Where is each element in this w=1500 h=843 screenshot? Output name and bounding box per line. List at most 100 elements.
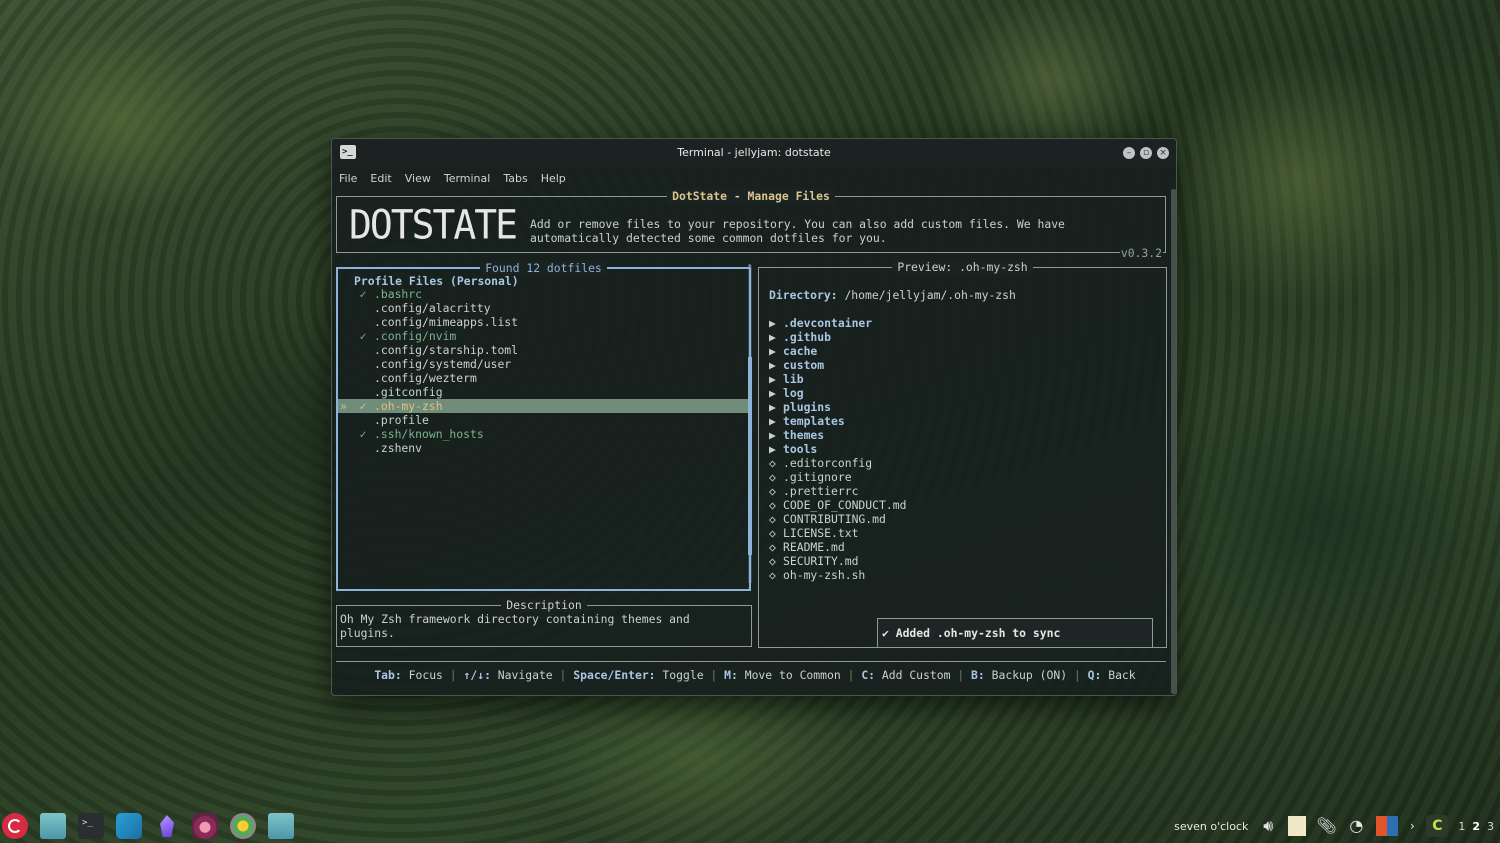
dotfiles-list: ✓ .bashrc .config/alacritty .config/mimeapp… <box>338 287 748 455</box>
menu-view[interactable]: View <box>398 169 437 187</box>
close-button[interactable] <box>1157 147 1169 159</box>
preview-panel[interactable]: Preview: .oh-my-zsh Directory: /home/jel… <box>758 260 1167 648</box>
browser-icon[interactable] <box>192 813 218 839</box>
workspace-3[interactable]: 3 <box>1487 820 1494 833</box>
title-bar[interactable]: >_ Terminal - jellyjam: dotstate <box>332 139 1176 167</box>
obsidian-icon[interactable] <box>154 813 180 839</box>
checkmark-icon: ✓ <box>359 287 367 301</box>
file-diamond-icon: ◇ <box>769 456 776 470</box>
list-scrollbar-thumb[interactable] <box>748 357 752 555</box>
volume-icon[interactable]: 🔊︎ <box>1258 816 1278 836</box>
paperclip-icon[interactable]: 📎︎ <box>1316 816 1336 836</box>
preview-folder-row: ▶ templates <box>769 414 906 428</box>
preview-folder-row: ▶ themes <box>769 428 906 442</box>
dotfile-row[interactable]: » ✓ .oh-my-zsh <box>338 399 748 413</box>
dotfile-name: .config/systemd/user <box>374 357 512 371</box>
files-icon[interactable] <box>268 813 294 839</box>
description-line: plugins. <box>340 626 395 640</box>
preview-entry-name: .gitignore <box>783 470 852 484</box>
dotfile-row[interactable]: ✓ .ssh/known_hosts <box>338 427 748 441</box>
shortcut-key: Space/Enter: <box>573 668 656 682</box>
menu-tabs[interactable]: Tabs <box>496 169 533 187</box>
clock[interactable]: seven o'clock <box>1174 820 1248 833</box>
scroll-up-arrow-icon[interactable]: ↑ <box>747 263 752 272</box>
dotfile-row[interactable]: ✓ .bashrc <box>338 287 748 301</box>
text-editor-icon[interactable] <box>116 813 142 839</box>
menu-edit[interactable]: Edit <box>363 169 397 187</box>
debian-menu-icon[interactable] <box>2 813 28 839</box>
file-diamond-icon: ◇ <box>769 526 776 540</box>
chrome-icon[interactable] <box>230 813 256 839</box>
directory-line: Directory: /home/jellyjam/.oh-my-zsh <box>769 288 1016 302</box>
folder-arrow-icon: ▶ <box>769 330 776 344</box>
checkmark-icon: ✓ <box>359 427 367 441</box>
checkmark-icon: ✓ <box>359 329 367 343</box>
maximize-button[interactable] <box>1140 147 1152 159</box>
dotfile-name: .config/mimeapps.list <box>374 315 519 329</box>
menu-terminal[interactable]: Terminal <box>437 169 497 187</box>
workspace-switcher[interactable]: 123 <box>1458 820 1494 833</box>
dotfile-row[interactable]: .zshenv <box>338 441 748 455</box>
preview-entry-name: plugins <box>783 400 832 414</box>
preview-folder-row: ▶ tools <box>769 442 906 456</box>
header-description-line: Add or remove files to your repository. … <box>530 217 1065 231</box>
dotfile-row[interactable]: .gitconfig <box>338 385 748 399</box>
wifi-icon[interactable]: ◔ <box>1346 816 1366 836</box>
dotfile-name: .oh-my-zsh <box>374 399 443 413</box>
taskbar: seven o'clock 🔊︎ 📎︎ ◔ › C 123 <box>0 811 1500 843</box>
description-text: Oh My Zsh framework directory containing… <box>340 612 745 640</box>
app-tray-icon[interactable] <box>1376 816 1399 836</box>
cursor-marker: » <box>340 399 347 413</box>
dotfile-row[interactable]: .profile <box>338 413 748 427</box>
shortcut-key: ↑/↓: <box>463 668 491 682</box>
dotfile-row[interactable]: ✓ .config/nvim <box>338 329 748 343</box>
dotfile-row[interactable]: .config/mimeapps.list <box>338 315 748 329</box>
menu-file[interactable]: File <box>332 169 363 187</box>
dotfile-name: .zshenv <box>374 441 423 455</box>
preview-file-row: ◇ oh-my-zsh.sh <box>769 568 906 582</box>
preview-entry-name: templates <box>783 414 845 428</box>
folder-arrow-icon: ▶ <box>769 428 776 442</box>
footer-divider <box>336 661 1166 662</box>
shortcut-separator: | <box>552 668 574 682</box>
version-label: v0.3.2 <box>1119 246 1163 260</box>
preview-entry-name: .devcontainer <box>783 316 873 330</box>
dotfile-row[interactable]: .config/wezterm <box>338 371 748 385</box>
dotstate-logo: DOTSTATE <box>349 201 518 249</box>
chevron-right-icon[interactable]: › <box>1408 816 1416 836</box>
notes-icon[interactable] <box>1288 816 1307 836</box>
folder-arrow-icon: ▶ <box>769 358 776 372</box>
taskbar-apps <box>2 813 294 839</box>
dotfile-row[interactable]: .config/alacritty <box>338 301 748 315</box>
file-diamond-icon: ◇ <box>769 512 776 526</box>
shortcut-action: Backup (ON) <box>984 668 1068 682</box>
window-scrollbar[interactable] <box>1171 189 1176 694</box>
preview-entry-name: CODE_OF_CONDUCT.md <box>783 498 907 512</box>
update-icon[interactable]: C <box>1426 815 1449 837</box>
shortcut-action: Back <box>1101 668 1136 682</box>
menu-help[interactable]: Help <box>534 169 572 187</box>
terminal-icon[interactable] <box>78 813 104 839</box>
preview-entry-name: SECURITY.md <box>783 554 859 568</box>
preview-entry-name: cache <box>783 344 818 358</box>
checkmark-icon: ✓ <box>359 399 367 413</box>
description-panel: Description Oh My Zsh framework director… <box>336 598 752 647</box>
file-diamond-icon: ◇ <box>769 498 776 512</box>
dotfile-row[interactable]: .config/starship.toml <box>338 343 748 357</box>
workspace-1[interactable]: 1 <box>1458 820 1465 833</box>
dotfile-row[interactable]: .config/systemd/user <box>338 357 748 371</box>
preview-file-row: ◇ SECURITY.md <box>769 554 906 568</box>
preview-entry-name: README.md <box>783 540 845 554</box>
preview-file-row: ◇ README.md <box>769 540 906 554</box>
file-diamond-icon: ◇ <box>769 568 776 582</box>
scroll-down-arrow-icon[interactable]: ↓ <box>747 583 752 592</box>
file-diamond-icon: ◇ <box>769 470 776 484</box>
files-icon[interactable] <box>40 813 66 839</box>
minimize-button[interactable] <box>1123 147 1135 159</box>
preview-title: Preview: .oh-my-zsh <box>892 260 1033 274</box>
preview-folder-row: ▶ lib <box>769 372 906 386</box>
file-diamond-icon: ◇ <box>769 554 776 568</box>
workspace-2[interactable]: 2 <box>1472 820 1480 833</box>
preview-entry-name: CONTRIBUTING.md <box>783 512 886 526</box>
dotfile-name: .config/starship.toml <box>374 343 519 357</box>
